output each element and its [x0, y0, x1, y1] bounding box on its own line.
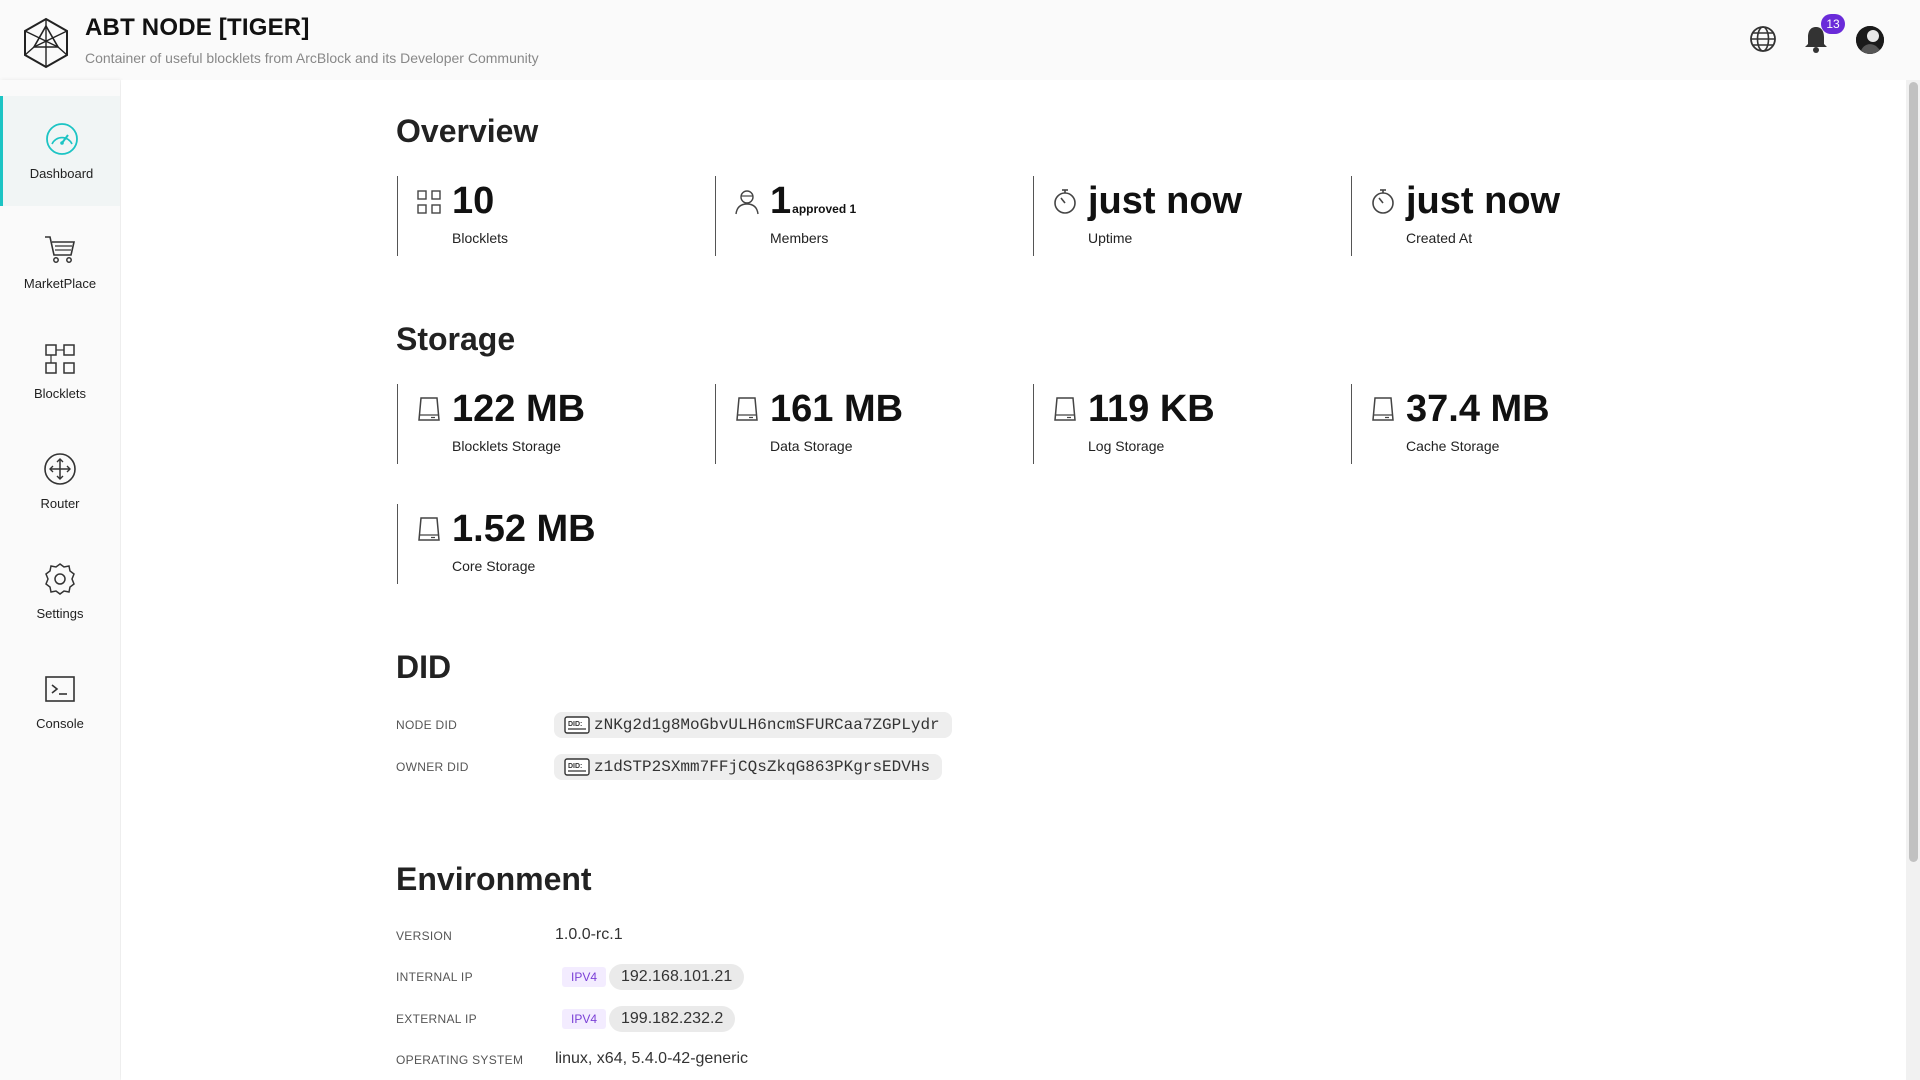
dashboard-gauge-icon — [45, 122, 79, 156]
gear-icon — [43, 562, 77, 596]
sidebar-item-label: Console — [36, 715, 84, 731]
app-subtitle: Container of useful blocklets from ArcBl… — [85, 50, 539, 66]
node-did-value: zNKg2d1g8MoGbvULH6ncmSFURCaa7ZGPLydr — [594, 716, 940, 734]
storage-title: Storage — [396, 321, 516, 357]
cart-icon — [43, 232, 77, 266]
svg-text:DID:: DID: — [568, 721, 582, 728]
blocklets-grid-icon — [417, 190, 441, 214]
overview-title: Overview — [396, 113, 539, 149]
sidebar-item-console[interactable]: Console — [0, 646, 120, 756]
storage-drive-icon — [418, 397, 440, 421]
external-ip-chip[interactable]: 199.182.232.2 — [609, 1006, 736, 1032]
stat-value: 119 KB — [1088, 388, 1215, 430]
stat-value: just now — [1088, 180, 1243, 222]
terminal-icon — [43, 672, 77, 706]
stat-label: Created At — [1406, 230, 1473, 246]
app-title: ABT NODE [TIGER] — [85, 14, 310, 41]
stat-value: 37.4 MB — [1406, 388, 1550, 430]
stat-data-storage: 161 MB Data Storage — [715, 384, 1033, 464]
stat-core-storage: 1.52 MB Core Storage — [397, 504, 715, 584]
sidebar-item-marketplace[interactable]: MarketPlace — [0, 206, 120, 316]
scrollbar[interactable] — [1906, 80, 1920, 1080]
stat-sub: approved 1 — [792, 202, 857, 216]
stopwatch-icon — [1372, 189, 1394, 214]
did-title: DID — [396, 649, 452, 685]
sidebar-item-dashboard[interactable]: Dashboard — [0, 96, 120, 206]
internal-ip-label: INTERNAL IP — [396, 970, 473, 984]
stat-blocklets-storage: 122 MB Blocklets Storage — [397, 384, 715, 464]
sidebar: Dashboard MarketPlace Blocklets Router S… — [0, 80, 120, 1080]
stat-label: Core Storage — [452, 558, 536, 574]
storage-drive-icon — [1372, 397, 1394, 421]
stat-blocklets: 10 Blocklets — [397, 176, 715, 256]
sidebar-item-label: Settings — [36, 605, 84, 621]
stat-value: 122 MB — [452, 388, 586, 430]
owner-did-value: z1dSTP2SXmm7FFjCQsZkqG863PKgrsEDVHs — [594, 758, 931, 776]
scrollbar-thumb[interactable] — [1909, 82, 1918, 862]
version-value: 1.0.0-rc.1 — [555, 926, 623, 943]
arcblock-logo-icon[interactable] — [22, 17, 70, 69]
owner-did-chip[interactable]: DID: z1dSTP2SXmm7FFjCQsZkqG863PKgrsEDVHs — [554, 754, 943, 780]
stat-label: Cache Storage — [1406, 438, 1500, 454]
stat-label: Blocklets — [452, 230, 509, 246]
stat-uptime: just now Uptime — [1033, 176, 1351, 256]
sidebar-item-settings[interactable]: Settings — [0, 536, 120, 646]
internal-ip-type-tag: IPV4 — [562, 967, 607, 987]
os-value: linux, x64, 5.4.0-42-generic — [555, 1050, 748, 1067]
owner-did-label: OWNER DID — [396, 760, 469, 774]
stat-log-storage: 119 KB Log Storage — [1033, 384, 1351, 464]
stat-value: 1.52 MB — [452, 508, 596, 550]
svg-text:DID:: DID: — [568, 763, 582, 770]
stat-label: Uptime — [1088, 230, 1133, 246]
node-did-label: NODE DID — [396, 718, 458, 732]
stopwatch-icon — [1054, 189, 1076, 214]
stat-label: Data Storage — [770, 438, 853, 454]
blocklets-grid-icon — [43, 342, 77, 376]
stat-value: just now — [1406, 180, 1561, 222]
storage-drive-icon — [1054, 397, 1076, 421]
members-icon — [735, 190, 759, 215]
did-badge-icon: DID: — [564, 716, 590, 734]
storage-drive-icon — [736, 397, 758, 421]
sidebar-item-blocklets[interactable]: Blocklets — [0, 316, 120, 426]
internal-ip-chip[interactable]: 192.168.101.21 — [609, 964, 745, 990]
version-label: VERSION — [396, 929, 453, 943]
stat-created-at: just now Created At — [1351, 176, 1669, 256]
environment-title: Environment — [396, 861, 592, 897]
stat-label: Members — [770, 230, 829, 246]
stat-members: 1approved 1 Members — [715, 176, 1033, 256]
sidebar-item-label: Router — [40, 495, 80, 511]
sidebar-item-label: MarketPlace — [23, 275, 97, 291]
app-header: ABT NODE [TIGER] Container of useful blo… — [0, 0, 1920, 80]
stat-label: Blocklets Storage — [452, 438, 561, 454]
external-ip-label: EXTERNAL IP — [396, 1012, 477, 1026]
node-did-chip[interactable]: DID: zNKg2d1g8MoGbvULH6ncmSFURCaa7ZGPLyd… — [554, 712, 952, 738]
sidebar-item-label: Dashboard — [29, 165, 94, 181]
stat-value: 161 MB — [770, 388, 904, 430]
stat-label: Log Storage — [1088, 438, 1165, 454]
notification-count-badge: 13 — [1821, 14, 1845, 34]
stat-value: 1approved 1 — [770, 180, 857, 222]
os-label: OPERATING SYSTEM — [396, 1053, 524, 1067]
globe-icon[interactable] — [1748, 24, 1778, 54]
user-avatar[interactable] — [1856, 26, 1884, 54]
stat-cache-storage: 37.4 MB Cache Storage — [1351, 384, 1669, 464]
stat-value: 10 — [452, 180, 495, 222]
did-badge-icon: DID: — [564, 758, 590, 776]
sidebar-item-router[interactable]: Router — [0, 426, 120, 536]
router-icon — [43, 452, 77, 486]
external-ip-type-tag: IPV4 — [562, 1009, 607, 1029]
storage-drive-icon — [418, 517, 440, 541]
sidebar-item-label: Blocklets — [33, 385, 87, 401]
